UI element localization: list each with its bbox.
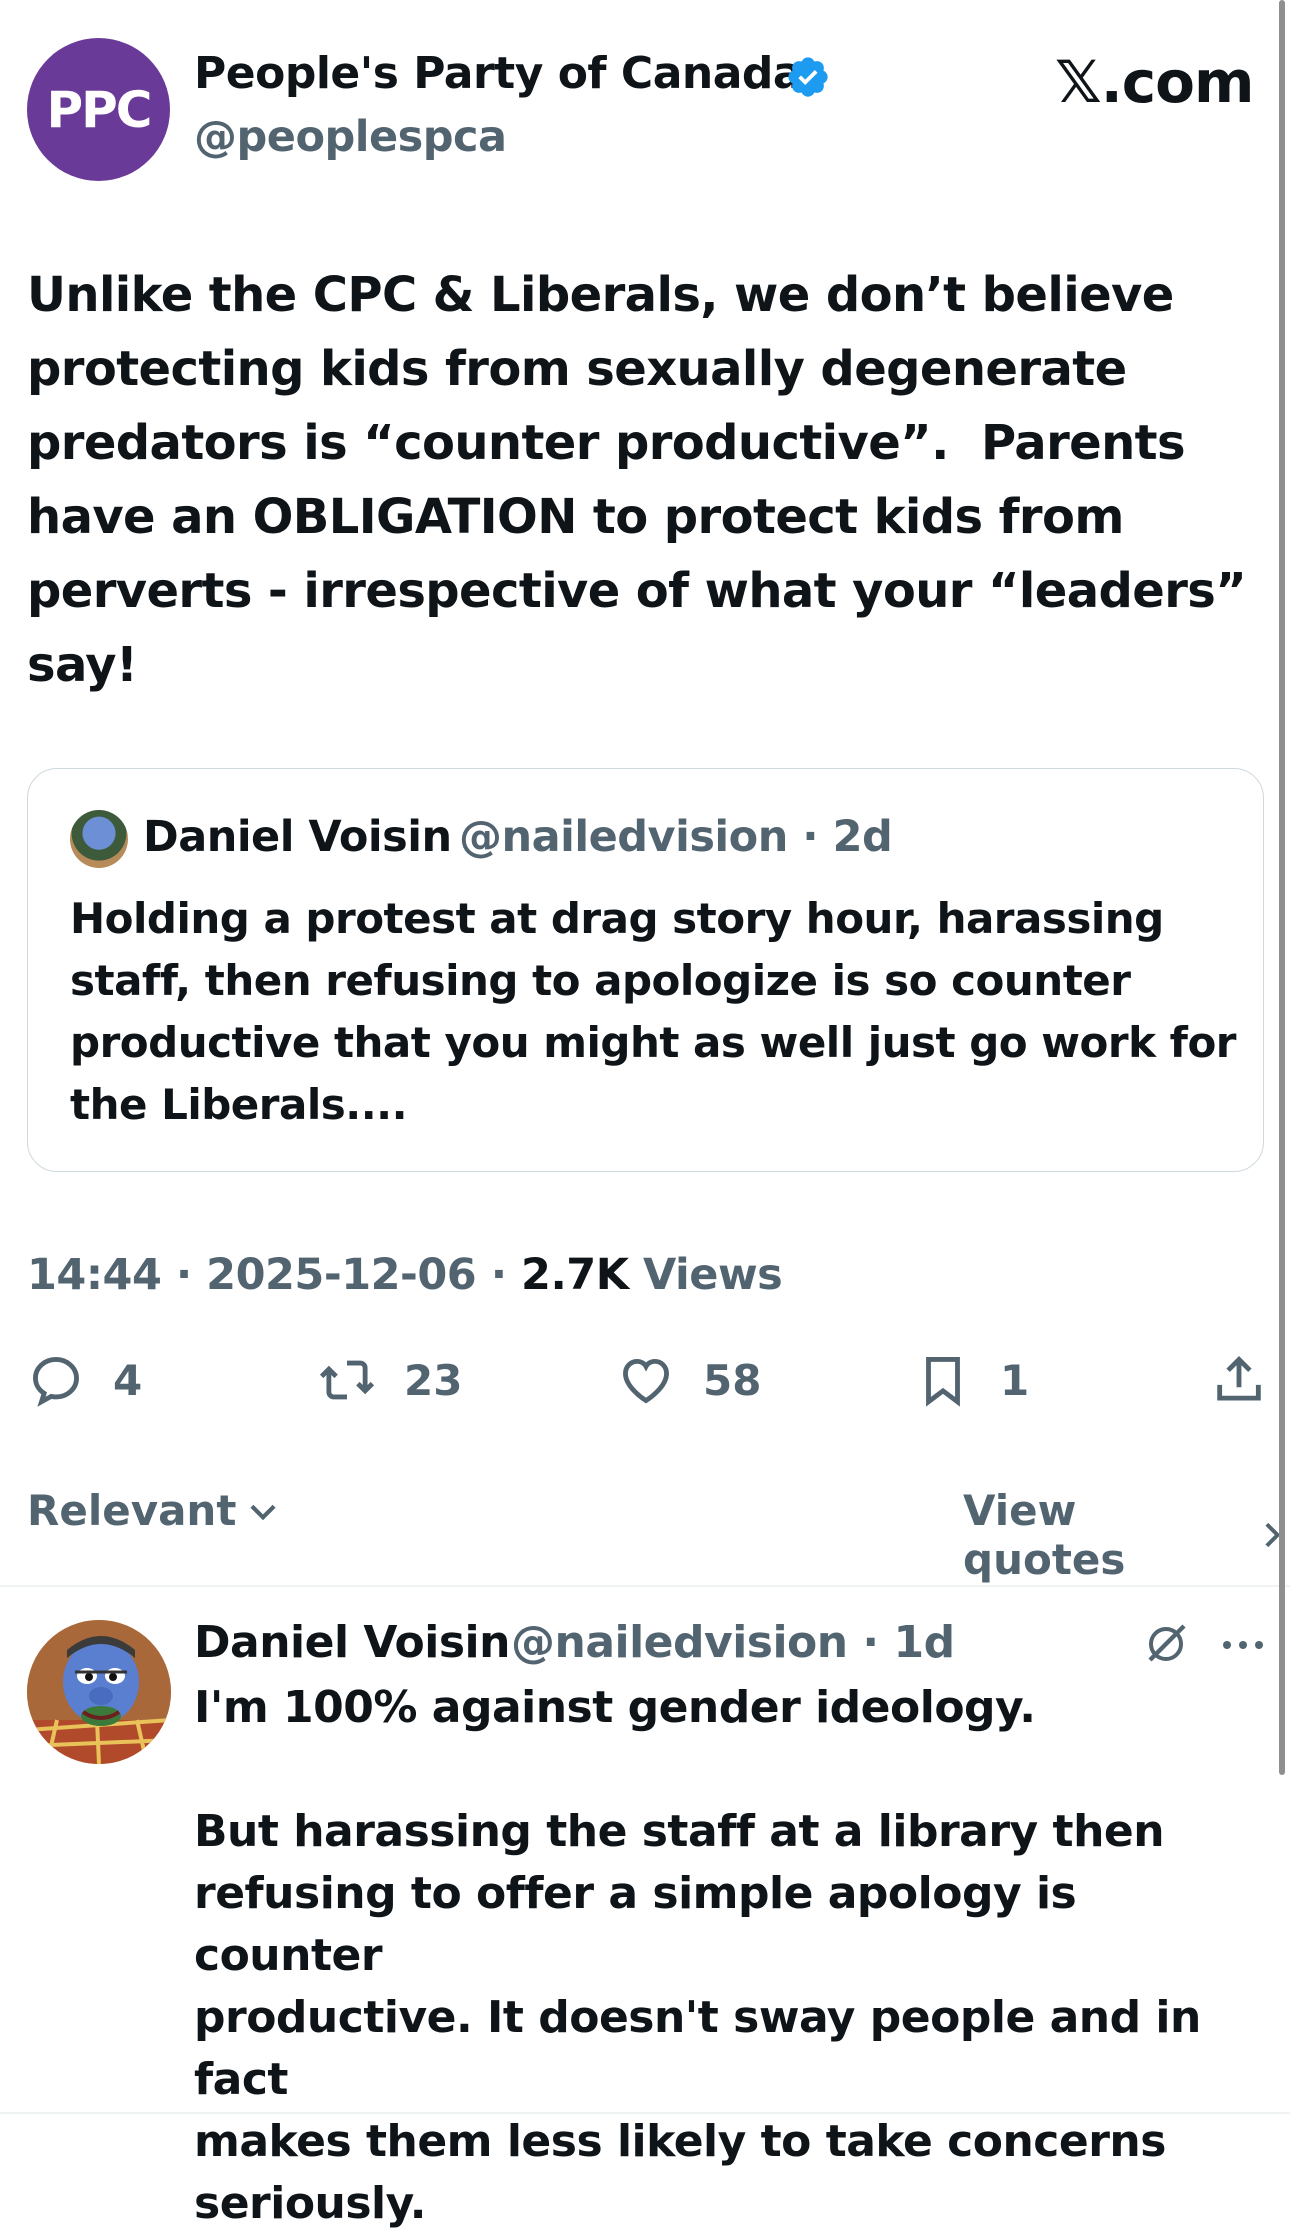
- reply-button[interactable]: 4: [27, 1351, 142, 1409]
- sort-label: Relevant: [27, 1486, 237, 1535]
- tweet-text: Unlike the CPC & Liberals, we don’t beli…: [27, 267, 1247, 693]
- sort-dropdown[interactable]: Relevant: [27, 1486, 282, 1535]
- tweet-date[interactable]: 2025-12-06: [206, 1250, 477, 1300]
- tweet-meta: 14:44 · 2025-12-06 · 2.7K Views: [27, 1250, 783, 1300]
- view-quotes-link[interactable]: View quotes: [963, 1486, 1290, 1584]
- tweet-time[interactable]: 14:44: [27, 1250, 162, 1300]
- grok-icon[interactable]: [1142, 1620, 1190, 1668]
- quoted-author-handle-time: @nailedvision · 2d: [459, 812, 893, 862]
- quoted-tweet-text: Holding a protest at drag story hour, ha…: [70, 894, 1237, 1129]
- reply-count: 4: [113, 1355, 143, 1405]
- more-options-icon[interactable]: [1218, 1630, 1268, 1660]
- views-label: Views: [643, 1250, 783, 1300]
- repost-icon: [319, 1360, 375, 1400]
- site-watermark: 𝕏.com: [1055, 48, 1254, 116]
- reply-icon: [33, 1357, 79, 1407]
- bookmark-button[interactable]: 1: [914, 1351, 1029, 1409]
- repost-count: 23: [404, 1355, 463, 1405]
- reply-author-name[interactable]: Daniel Voisin: [194, 1617, 510, 1668]
- heart-icon: [623, 1358, 669, 1404]
- chevron-down-icon: [250, 1504, 276, 1520]
- divider: [0, 1585, 1290, 1587]
- share-button[interactable]: [1210, 1351, 1268, 1409]
- author-avatar[interactable]: PPC: [27, 38, 170, 181]
- bookmark-count: 1: [1000, 1355, 1030, 1405]
- bookmark-icon: [926, 1357, 960, 1407]
- quoted-author-name[interactable]: Daniel Voisin: [143, 812, 452, 862]
- views-count: 2.7K: [521, 1250, 629, 1300]
- view-quotes-label: View quotes: [963, 1486, 1126, 1584]
- share-icon: [1217, 1356, 1261, 1401]
- repost-button[interactable]: 23: [318, 1351, 462, 1409]
- quoted-author-avatar[interactable]: [70, 810, 128, 868]
- reply-author-handle-time: @nailedvision · 1d: [511, 1617, 955, 1668]
- reply-author-avatar[interactable]: [27, 1620, 171, 1764]
- author-name[interactable]: People's Party of Canada: [194, 48, 803, 99]
- reply-text: I'm 100% against gender ideology. But ha…: [194, 1682, 1201, 2229]
- bottom-divider: [0, 2112, 1290, 2114]
- muppet-avatar-icon: [27, 1620, 171, 1764]
- like-button[interactable]: 58: [617, 1351, 761, 1409]
- verified-badge-icon: [788, 57, 828, 97]
- like-count: 58: [703, 1355, 762, 1405]
- author-handle[interactable]: @peoplespca: [194, 112, 507, 162]
- scrollbar[interactable]: [1279, 0, 1285, 1775]
